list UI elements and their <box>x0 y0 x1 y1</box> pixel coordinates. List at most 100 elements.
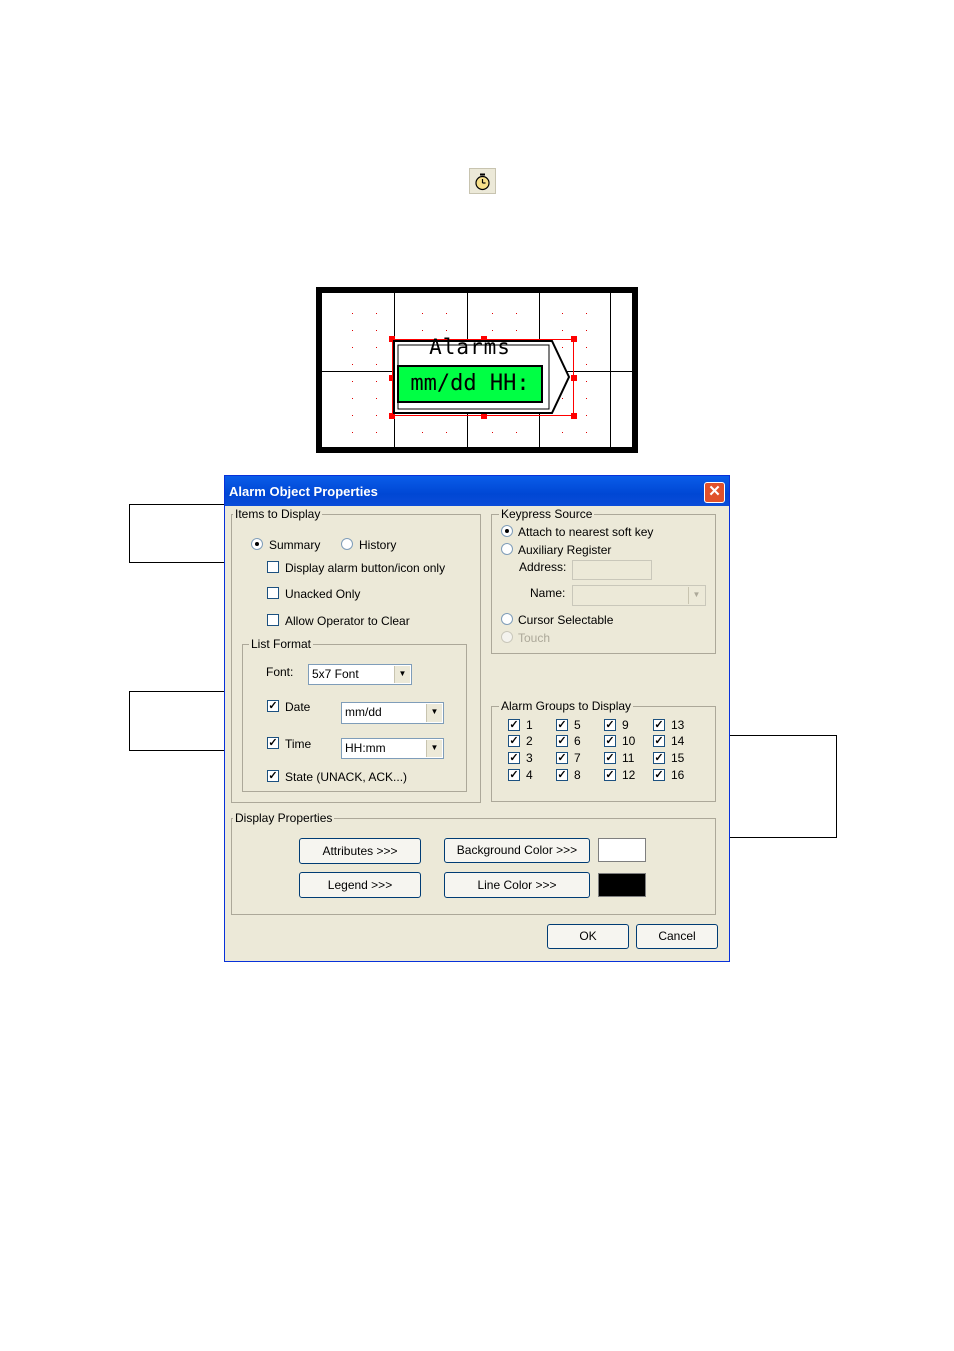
alarm-groups-label: Alarm Groups to Display <box>499 699 634 713</box>
alarm-object[interactable]: Alarms mm/dd HH: <box>388 335 571 419</box>
alarm-group-checkbox[interactable]: ✓ <box>556 769 568 781</box>
date-checkbox[interactable]: ✓ <box>267 700 279 712</box>
unacked-only-label: Unacked Only <box>285 587 361 601</box>
alarm-group-checkbox[interactable]: ✓ <box>508 769 520 781</box>
callout-box <box>129 691 232 751</box>
alarm-group-label: 2 <box>526 734 533 748</box>
chevron-down-icon[interactable]: ▼ <box>426 704 442 722</box>
grid-dot <box>352 330 353 331</box>
grid-dot <box>352 415 353 416</box>
grid-dot <box>376 398 377 399</box>
background-color-swatch[interactable] <box>598 838 646 862</box>
address-field[interactable] <box>572 560 652 580</box>
alarm-group-checkbox[interactable]: ✓ <box>556 735 568 747</box>
check-mark-icon: ✓ <box>605 735 615 747</box>
grid-dot <box>352 381 353 382</box>
alarm-group-checkbox[interactable]: ✓ <box>653 769 665 781</box>
title-bar[interactable]: Alarm Object Properties ✕ <box>225 476 729 506</box>
alarm-group-checkbox[interactable]: ✓ <box>508 735 520 747</box>
alarm-group-label: 7 <box>574 751 581 765</box>
alarm-group-label: 15 <box>671 751 685 765</box>
screen-canvas: Alarms mm/dd HH: <box>322 293 632 447</box>
grid-dot <box>446 330 447 331</box>
check-mark-icon: ✓ <box>509 769 519 781</box>
chevron-down-icon[interactable]: ▼ <box>394 666 410 683</box>
list-format-label: List Format <box>249 637 314 651</box>
unacked-only-checkbox[interactable] <box>267 587 279 599</box>
chevron-down-icon[interactable]: ▼ <box>426 740 442 757</box>
grid-dot <box>516 330 517 331</box>
alarm-group-label: 14 <box>671 734 685 748</box>
background-color-button[interactable]: Background Color >>> <box>444 838 590 863</box>
grid-dot <box>562 313 563 314</box>
name-select[interactable]: ▼ <box>572 585 706 606</box>
summary-radio[interactable] <box>251 538 263 550</box>
alarm-group-checkbox[interactable]: ✓ <box>556 752 568 764</box>
grid-dot <box>446 432 447 433</box>
auxiliary-register-label: Auxiliary Register <box>518 543 612 557</box>
alarm-group-checkbox[interactable]: ✓ <box>604 769 616 781</box>
display-properties-label: Display Properties <box>233 811 335 825</box>
alarm-group-checkbox[interactable]: ✓ <box>604 735 616 747</box>
time-format-select[interactable]: HH:mm ▼ <box>341 738 444 759</box>
cursor-selectable-radio[interactable] <box>501 613 513 625</box>
grid-dot <box>376 415 377 416</box>
allow-clear-checkbox[interactable] <box>267 614 279 626</box>
history-radio[interactable] <box>341 538 353 550</box>
allow-clear-label: Allow Operator to Clear <box>285 614 410 628</box>
ok-button[interactable]: OK <box>547 924 629 949</box>
attach-soft-key-label: Attach to nearest soft key <box>518 525 654 539</box>
line-color-button[interactable]: Line Color >>> <box>444 872 590 898</box>
chevron-down-icon[interactable]: ▼ <box>688 587 704 604</box>
state-checkbox[interactable]: ✓ <box>267 770 279 782</box>
grid-dot <box>586 381 587 382</box>
grid-dot <box>492 432 493 433</box>
name-label: Name: <box>530 586 566 600</box>
font-value: 5x7 Font <box>312 667 359 681</box>
date-format-select[interactable]: mm/dd ▼ <box>341 702 444 724</box>
check-mark-icon: ✓ <box>654 752 664 764</box>
grid-dot <box>586 432 587 433</box>
font-select[interactable]: 5x7 Font ▼ <box>308 664 412 685</box>
attach-soft-key-radio[interactable] <box>501 525 513 537</box>
time-checkbox[interactable]: ✓ <box>267 737 279 749</box>
time-label: Time <box>285 737 312 751</box>
grid-dot <box>586 415 587 416</box>
alarm-group-checkbox[interactable]: ✓ <box>653 752 665 764</box>
grid-dot <box>586 313 587 314</box>
font-label: Font: <box>266 665 294 679</box>
grid-dot <box>376 381 377 382</box>
alarm-group-checkbox[interactable]: ✓ <box>604 719 616 731</box>
legend-button[interactable]: Legend >>> <box>299 872 421 898</box>
alarm-group-label: 13 <box>671 718 685 732</box>
grid-dot <box>352 347 353 348</box>
alarm-group-checkbox[interactable]: ✓ <box>653 735 665 747</box>
screen-preview: Alarms mm/dd HH: <box>316 287 638 453</box>
check-mark-icon: ✓ <box>268 700 278 712</box>
history-label: History <box>359 538 397 552</box>
alarm-group-checkbox[interactable]: ✓ <box>556 719 568 731</box>
check-mark-icon: ✓ <box>557 719 567 731</box>
line-color-swatch[interactable] <box>598 873 646 897</box>
check-mark-icon: ✓ <box>509 752 519 764</box>
check-mark-icon: ✓ <box>557 735 567 747</box>
cancel-button[interactable]: Cancel <box>636 924 718 949</box>
alarm-group-label: 4 <box>526 768 533 782</box>
grid-line <box>610 293 611 447</box>
close-button[interactable]: ✕ <box>704 482 725 503</box>
grid-dot <box>562 330 563 331</box>
display-button-only-checkbox[interactable] <box>267 561 279 573</box>
alarm-group-label: 16 <box>671 768 685 782</box>
check-mark-icon: ✓ <box>605 719 615 731</box>
alarm-group-checkbox[interactable]: ✓ <box>604 752 616 764</box>
grid-dot <box>586 398 587 399</box>
alarm-group-checkbox[interactable]: ✓ <box>508 752 520 764</box>
address-label: Address: <box>519 560 567 574</box>
grid-dot <box>376 347 377 348</box>
auxiliary-register-radio[interactable] <box>501 543 513 555</box>
alarm-clock-icon[interactable] <box>469 168 496 194</box>
alarm-group-checkbox[interactable]: ✓ <box>653 719 665 731</box>
alarm-group-checkbox[interactable]: ✓ <box>508 719 520 731</box>
attributes-button[interactable]: Attributes >>> <box>299 838 421 864</box>
grid-dot <box>376 313 377 314</box>
